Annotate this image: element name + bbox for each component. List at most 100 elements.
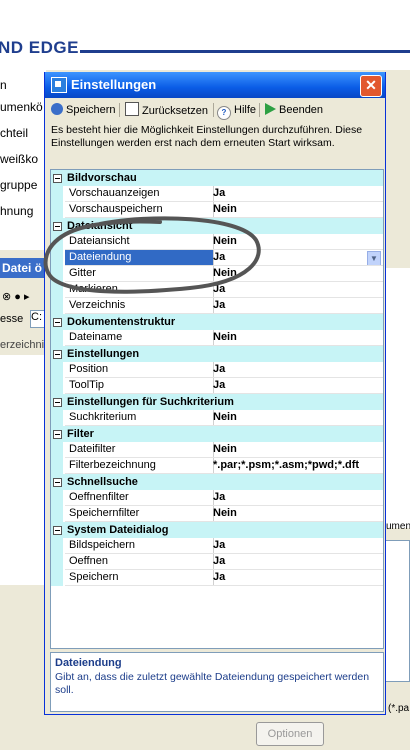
property-value[interactable]: Nein	[211, 442, 383, 458]
reset-icon	[125, 102, 139, 116]
reset-button[interactable]: Zurücksetzen	[125, 102, 208, 118]
dialog-titlebar[interactable]: Einstellungen ✕	[45, 72, 385, 98]
property-name[interactable]: Gitter	[65, 266, 214, 282]
background-file-list	[0, 355, 44, 585]
property-row[interactable]: Vorschauspeichern Nein	[51, 202, 383, 218]
background-toolbar-icons[interactable]: ⊗ ● ▸	[2, 290, 30, 303]
property-row[interactable]: Dateiname Nein	[51, 330, 383, 346]
collapse-icon[interactable]	[53, 350, 62, 359]
property-name[interactable]: Dateiansicht	[65, 234, 214, 250]
category-row[interactable]: Bildvorschau	[51, 170, 383, 186]
property-row[interactable]: Oeffnen Ja	[51, 554, 383, 570]
background-sidebar-item[interactable]: hnung	[0, 204, 33, 218]
collapse-icon[interactable]	[53, 174, 62, 183]
property-name[interactable]: Speichernfilter	[65, 506, 214, 522]
property-row[interactable]: Suchkriterium Nein	[51, 410, 383, 426]
background-sidebar-item[interactable]: gruppe	[0, 178, 37, 192]
collapse-icon[interactable]	[53, 222, 62, 231]
help-icon: ?	[217, 106, 231, 120]
property-value[interactable]: Nein	[211, 506, 383, 522]
category-row[interactable]: Dokumentenstruktur	[51, 314, 383, 330]
property-value[interactable]: Ja	[211, 282, 383, 298]
property-name[interactable]: Filterbezeichnung	[65, 458, 214, 474]
property-name[interactable]: Speichern	[65, 570, 214, 586]
property-name[interactable]: Dateifilter	[65, 442, 214, 458]
property-value-text: Ja	[213, 299, 226, 311]
property-value[interactable]: *.par;*.psm;*.asm;*pwd;*.dft	[211, 458, 383, 474]
collapse-icon[interactable]	[53, 526, 62, 535]
background-sidebar-item[interactable]: n	[0, 78, 7, 92]
property-value[interactable]: Nein	[211, 234, 383, 250]
property-row[interactable]: Bildspeichern Ja	[51, 538, 383, 554]
property-row[interactable]: Filterbezeichnung *.par;*.psm;*.asm;*pwd;…	[51, 458, 383, 474]
property-row[interactable]: Dateiansicht Nein	[51, 234, 383, 250]
category-gutter	[51, 394, 63, 410]
property-row[interactable]: Dateifilter Nein	[51, 442, 383, 458]
property-value[interactable]: Ja	[211, 490, 383, 506]
property-value[interactable]: Ja	[211, 298, 383, 314]
property-row[interactable]: Position Ja	[51, 362, 383, 378]
property-value[interactable]: Nein	[211, 202, 383, 218]
property-value[interactable]: Ja	[211, 378, 383, 394]
property-row[interactable]: Speichern Ja	[51, 570, 383, 586]
property-value[interactable]: Ja	[211, 538, 383, 554]
category-row[interactable]: Einstellungen	[51, 346, 383, 362]
property-name[interactable]: Verzeichnis	[65, 298, 214, 314]
property-row[interactable]: Markieren Ja	[51, 282, 383, 298]
property-value[interactable]: Ja	[211, 570, 383, 586]
collapse-icon[interactable]	[53, 318, 62, 327]
property-name[interactable]: Oeffnenfilter	[65, 490, 214, 506]
category-row[interactable]: Schnellsuche	[51, 474, 383, 490]
help-button[interactable]: ? Hilfe	[217, 102, 256, 120]
category-label: Schnellsuche	[67, 476, 138, 488]
property-name[interactable]: Dateiendung	[65, 250, 214, 266]
property-value[interactable]: Nein	[211, 330, 383, 346]
background-file-panel-title: Datei ö	[0, 258, 48, 278]
background-sidebar-item[interactable]: umenkö	[0, 100, 43, 114]
category-label: Bildvorschau	[67, 172, 137, 184]
dropdown-arrow-icon[interactable]: ▼	[367, 251, 381, 265]
category-gutter	[51, 346, 63, 362]
property-row[interactable]: Verzeichnis Ja	[51, 298, 383, 314]
property-row[interactable]: Speichernfilter Nein	[51, 506, 383, 522]
category-row[interactable]: Filter	[51, 426, 383, 442]
background-optionen-button[interactable]: Optionen	[256, 722, 324, 746]
property-value-text: Ja	[213, 539, 226, 551]
property-gutter	[51, 442, 63, 458]
category-row[interactable]: Einstellungen für Suchkriterium	[51, 394, 383, 410]
property-row[interactable]: Oeffnenfilter Ja	[51, 490, 383, 506]
property-name[interactable]: Vorschauspeichern	[65, 202, 214, 218]
save-button[interactable]: Speichern	[51, 102, 116, 118]
category-row[interactable]: Dateiansicht	[51, 218, 383, 234]
property-name[interactable]: Dateiname	[65, 330, 214, 346]
background-sidebar: n umenkö chteil weißko gruppe hnung	[0, 70, 46, 250]
property-value[interactable]: Ja ▼	[211, 250, 383, 266]
property-row[interactable]: Gitter Nein	[51, 266, 383, 282]
property-name[interactable]: Suchkriterium	[65, 410, 214, 426]
property-row[interactable]: Vorschauanzeigen Ja	[51, 186, 383, 202]
close-button[interactable]: ✕	[360, 75, 382, 97]
background-sidebar-item[interactable]: weißko	[0, 152, 38, 166]
property-name[interactable]: Markieren	[65, 282, 214, 298]
property-value[interactable]: Nein	[211, 410, 383, 426]
property-value[interactable]: Ja	[211, 554, 383, 570]
property-value-text: Nein	[213, 443, 237, 455]
exit-button[interactable]: Beenden	[265, 102, 323, 118]
property-name[interactable]: Vorschauanzeigen	[65, 186, 214, 202]
background-sidebar-item[interactable]: chteil	[0, 126, 28, 140]
property-value[interactable]: Ja	[211, 186, 383, 202]
property-row[interactable]: Dateiendung Ja ▼	[51, 250, 383, 266]
property-value-text: Nein	[213, 235, 237, 247]
property-value[interactable]: Nein	[211, 266, 383, 282]
property-name[interactable]: Oeffnen	[65, 554, 214, 570]
property-name[interactable]: ToolTip	[65, 378, 214, 394]
property-gutter	[51, 282, 63, 298]
property-name[interactable]: Position	[65, 362, 214, 378]
property-value[interactable]: Ja	[211, 362, 383, 378]
category-row[interactable]: System Dateidialog	[51, 522, 383, 538]
property-name[interactable]: Bildspeichern	[65, 538, 214, 554]
collapse-icon[interactable]	[53, 398, 62, 407]
collapse-icon[interactable]	[53, 430, 62, 439]
property-row[interactable]: ToolTip Ja	[51, 378, 383, 394]
collapse-icon[interactable]	[53, 478, 62, 487]
